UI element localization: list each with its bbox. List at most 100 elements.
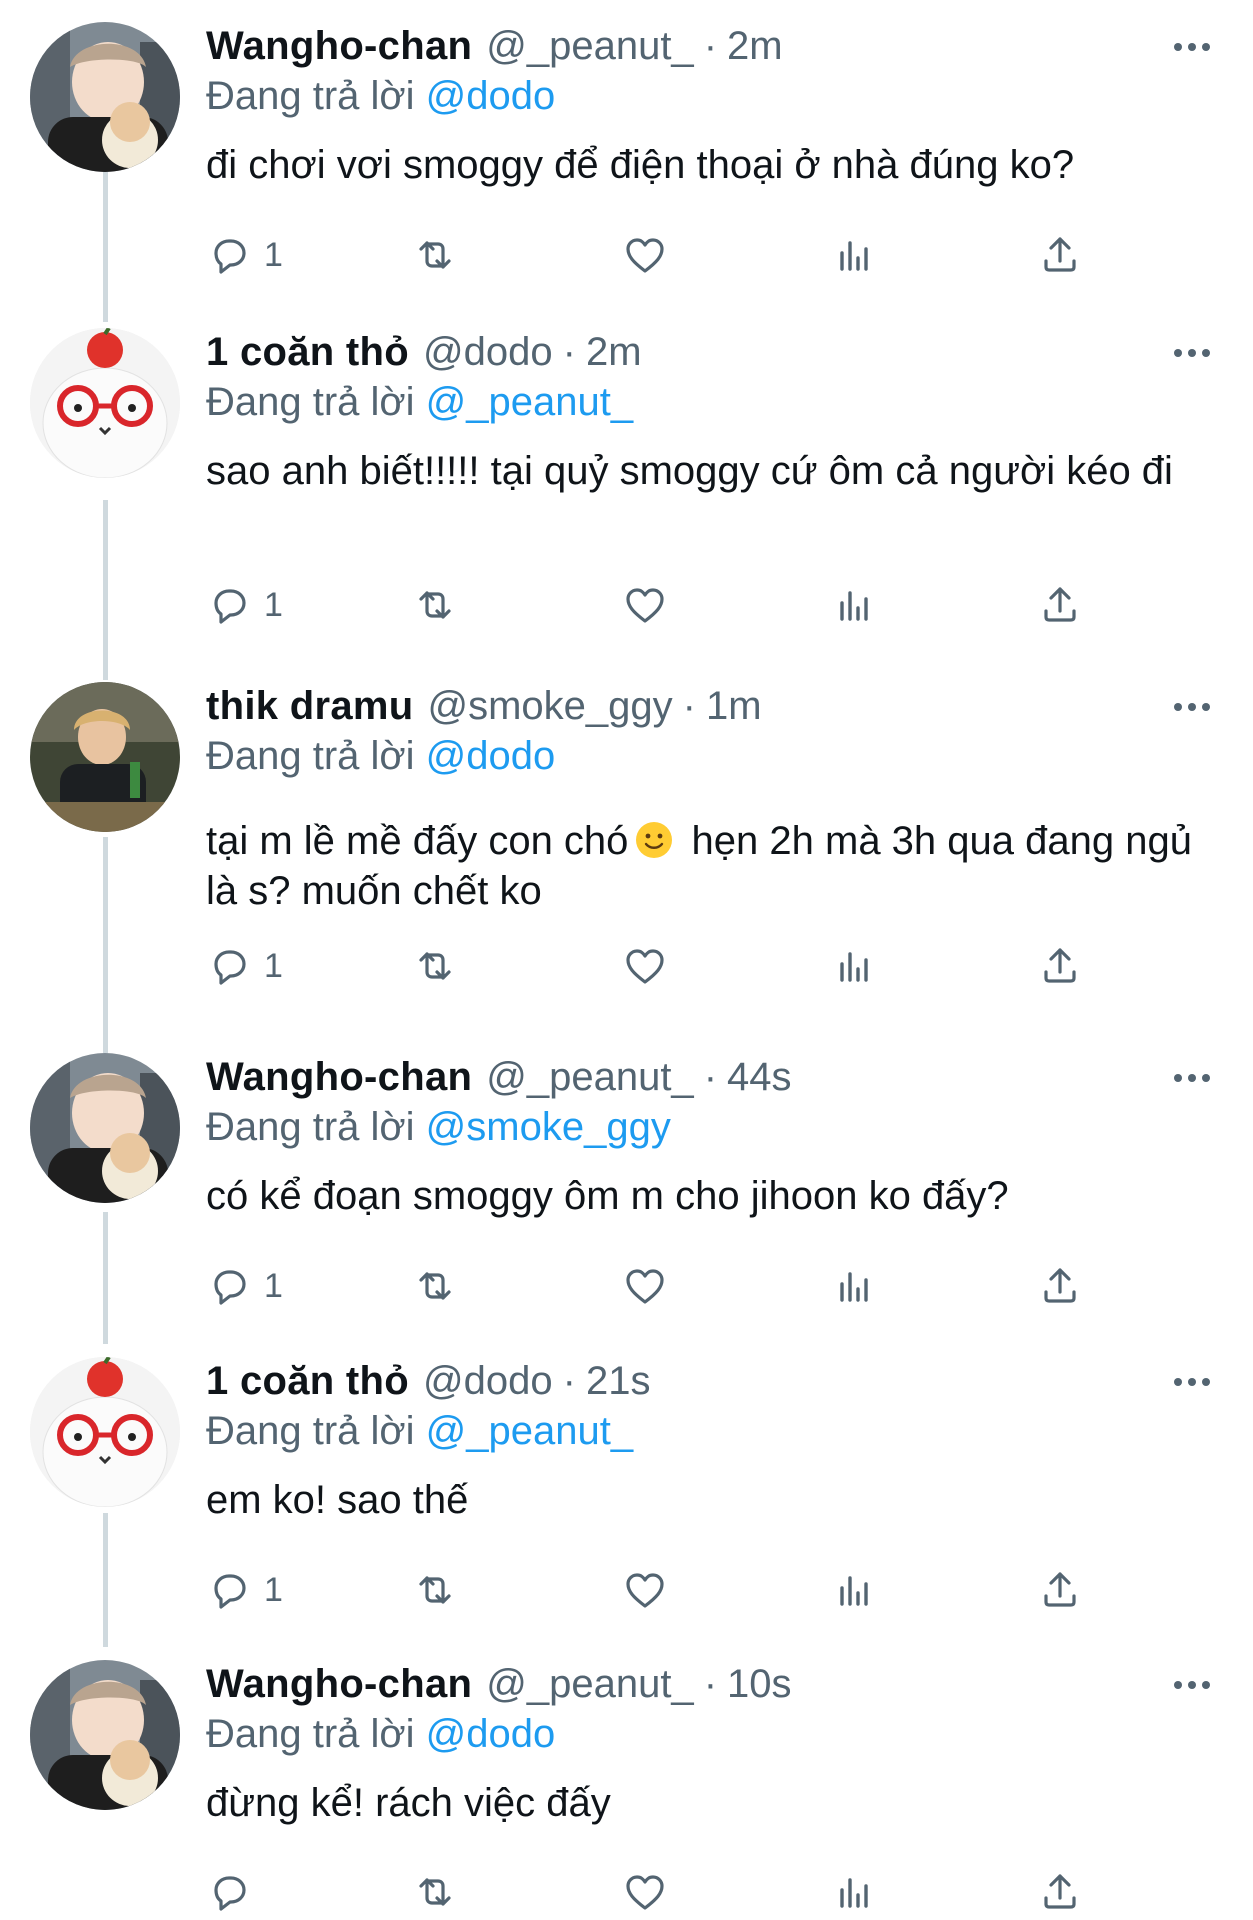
display-name[interactable]: 1 coăn thỏ	[206, 1359, 409, 1404]
tweet-text: em ko! sao thế	[206, 1478, 469, 1522]
timestamp[interactable]: 2m	[727, 24, 783, 69]
replying-label: Đang trả lời	[206, 74, 415, 118]
views-button[interactable]	[831, 1564, 879, 1616]
tweet-header: 1 coăn thỏ @dodo · 21s	[206, 1359, 650, 1409]
retweet-icon	[419, 241, 451, 269]
reply-mention[interactable]: @dodo	[426, 734, 556, 778]
bunny-avatar[interactable]	[30, 1357, 180, 1507]
reply-count: 1	[264, 1570, 283, 1609]
user-handle[interactable]: @_peanut_	[486, 1662, 693, 1707]
reply-button[interactable]: 1	[206, 579, 283, 631]
more-options-icon[interactable]	[1170, 1063, 1214, 1093]
like-button[interactable]	[621, 1260, 669, 1312]
bunny-avatar[interactable]	[30, 328, 180, 478]
like-button[interactable]	[621, 229, 669, 281]
more-options-icon[interactable]	[1170, 32, 1214, 62]
like-button[interactable]	[621, 940, 669, 992]
reply-mention[interactable]: @dodo	[426, 1712, 556, 1756]
retweet-button[interactable]	[411, 1564, 459, 1616]
reply-mention[interactable]: @_peanut_	[426, 380, 633, 424]
user-handle[interactable]: @_peanut_	[486, 24, 693, 69]
tweet-actions: 1	[206, 229, 1106, 281]
timestamp[interactable]: 21s	[586, 1359, 651, 1404]
share-button[interactable]	[1036, 1866, 1084, 1918]
share-button[interactable]	[1036, 1260, 1084, 1312]
retweet-button[interactable]	[411, 940, 459, 992]
reply-icon	[214, 589, 246, 624]
thread-line	[103, 1212, 108, 1344]
reply-button[interactable]	[206, 1866, 264, 1918]
retweet-icon	[419, 591, 451, 619]
reply-mention[interactable]: @_peanut_	[426, 1409, 633, 1453]
thread-line	[103, 500, 108, 680]
reply-button[interactable]: 1	[206, 229, 283, 281]
reply-button[interactable]: 1	[206, 1260, 283, 1312]
replying-label: Đang trả lời	[206, 734, 415, 778]
heart-icon	[626, 588, 664, 623]
views-button[interactable]	[831, 1866, 879, 1918]
more-options-icon[interactable]	[1170, 692, 1214, 722]
display-name[interactable]: Wangho-chan	[206, 1055, 472, 1100]
more-options-icon[interactable]	[1170, 1367, 1214, 1397]
more-options-icon[interactable]	[1170, 1670, 1214, 1700]
display-name[interactable]: thik dramu	[206, 684, 413, 729]
views-button[interactable]	[831, 229, 879, 281]
views-button[interactable]	[831, 579, 879, 631]
tweet-header: thik dramu @smoke_ggy · 1m	[206, 684, 762, 734]
reply-button[interactable]: 1	[206, 1564, 283, 1616]
display-name[interactable]: Wangho-chan	[206, 24, 472, 69]
thread-line	[103, 162, 108, 322]
tweet-text: có kể đoạn smoggy ôm m cho jihoon ko đấy…	[206, 1174, 1009, 1218]
reply-count: 1	[264, 946, 283, 985]
tweet-header: Wangho-chan @_peanut_ · 2m	[206, 24, 783, 74]
timestamp[interactable]: 2m	[586, 330, 642, 375]
slightly-smiling-face-emoji	[636, 822, 673, 858]
share-button[interactable]	[1036, 1564, 1084, 1616]
views-button[interactable]	[831, 940, 879, 992]
retweet-button[interactable]	[411, 579, 459, 631]
share-button[interactable]	[1036, 579, 1084, 631]
tweet-actions: 1	[206, 1564, 1106, 1616]
tweet-actions: 1	[206, 579, 1106, 631]
replying-label: Đang trả lời	[206, 1409, 415, 1453]
heart-icon	[626, 1573, 664, 1608]
reply-button[interactable]: 1	[206, 940, 283, 992]
timestamp[interactable]: 1m	[706, 684, 762, 729]
separator-dot: ·	[562, 1359, 576, 1403]
more-options-icon[interactable]	[1170, 338, 1214, 368]
tweet-text: đừng kể! rách việc đấy	[206, 1781, 611, 1825]
timestamp[interactable]: 10s	[727, 1662, 792, 1707]
bar-chart-icon	[840, 1878, 868, 1908]
replying-to: Đang trả lời @dodo	[206, 1712, 555, 1757]
user-handle[interactable]: @dodo	[423, 1359, 553, 1404]
retweet-button[interactable]	[411, 229, 459, 281]
display-name[interactable]: 1 coăn thỏ	[206, 330, 409, 375]
thread-line	[103, 837, 108, 1057]
user-handle[interactable]: @dodo	[423, 330, 553, 375]
retweet-icon	[419, 952, 451, 980]
like-button[interactable]	[621, 579, 669, 631]
retweet-button[interactable]	[411, 1260, 459, 1312]
like-button[interactable]	[621, 1564, 669, 1616]
like-button[interactable]	[621, 1866, 669, 1918]
share-button[interactable]	[1036, 229, 1084, 281]
smoke-avatar[interactable]	[30, 682, 180, 832]
wangho-avatar[interactable]	[30, 1053, 180, 1203]
views-button[interactable]	[831, 1260, 879, 1312]
retweet-button[interactable]	[411, 1866, 459, 1918]
user-handle[interactable]: @smoke_ggy	[427, 684, 672, 729]
user-handle[interactable]: @_peanut_	[486, 1055, 693, 1100]
reply-mention[interactable]: @smoke_ggy	[426, 1105, 671, 1149]
share-button[interactable]	[1036, 940, 1084, 992]
replying-to: Đang trả lời @smoke_ggy	[206, 1105, 671, 1150]
replying-label: Đang trả lời	[206, 380, 415, 424]
wangho-avatar[interactable]	[30, 22, 180, 172]
reply-mention[interactable]: @dodo	[426, 74, 556, 118]
display-name[interactable]: Wangho-chan	[206, 1662, 472, 1707]
wangho-avatar[interactable]	[30, 1660, 180, 1810]
bar-chart-icon	[840, 591, 868, 621]
replying-to: Đang trả lời @_peanut_	[206, 380, 633, 425]
timestamp[interactable]: 44s	[727, 1055, 792, 1100]
reply-icon	[214, 950, 246, 985]
reply-count: 1	[264, 585, 283, 624]
